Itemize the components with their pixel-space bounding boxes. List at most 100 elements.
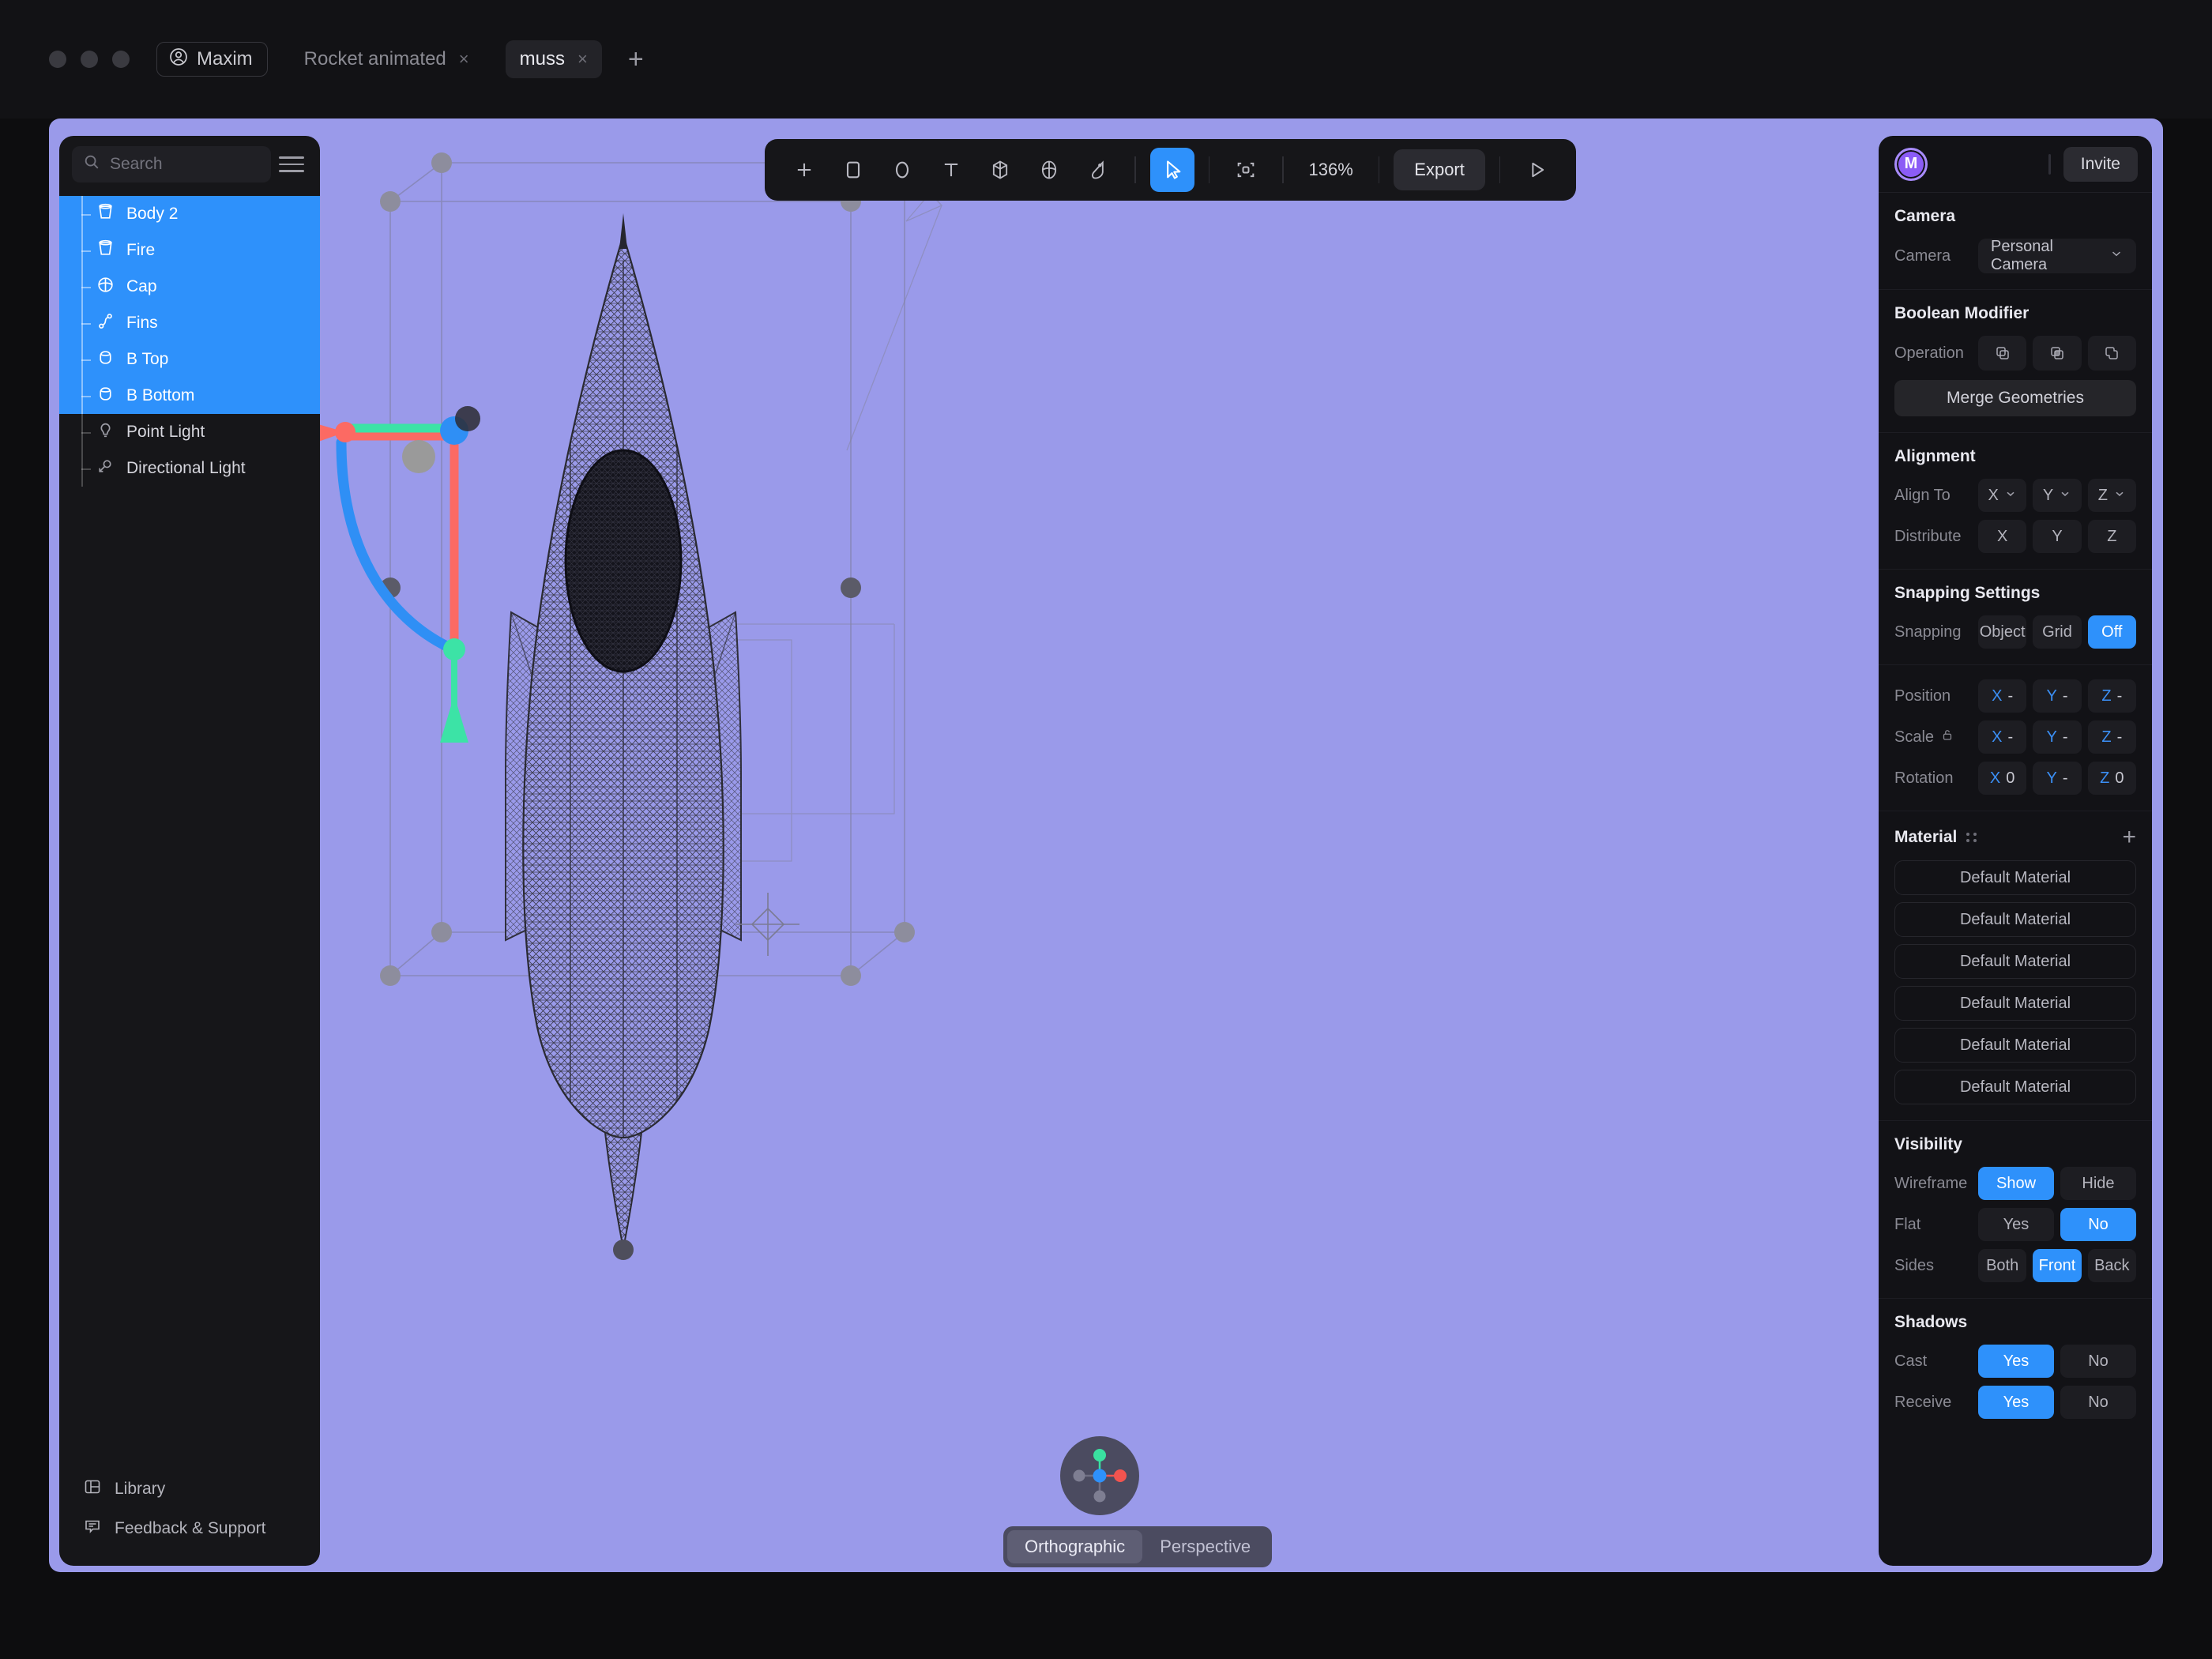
projection-orthographic-button[interactable]: Orthographic: [1007, 1530, 1143, 1563]
cube-icon[interactable]: [978, 148, 1022, 192]
maximize-window-button[interactable]: [112, 51, 130, 68]
cast-no-button[interactable]: No: [2060, 1345, 2136, 1378]
main-toolbar: 136% Export: [765, 139, 1577, 201]
scale-z-field[interactable]: Z -: [2087, 720, 2136, 754]
axis-label: Z: [2100, 769, 2110, 787]
layer-item-fins[interactable]: Fins: [59, 305, 320, 341]
align-to-row: Align To X Y Z: [1894, 479, 2136, 512]
distribute-x-button[interactable]: X: [1978, 520, 2027, 553]
user-chip-label: Maxim: [197, 48, 253, 70]
receive-yes-button[interactable]: Yes: [1978, 1386, 2054, 1419]
layer-item-cap[interactable]: Cap: [59, 269, 320, 305]
layer-item-directional-light[interactable]: Directional Light: [59, 450, 320, 487]
sides-front-button[interactable]: Front: [2033, 1249, 2082, 1282]
search-input[interactable]: Search: [72, 146, 271, 182]
rotation-y-field[interactable]: Y -: [2033, 762, 2082, 795]
tree-connector-icon: [81, 414, 92, 450]
material-tag-icon[interactable]: [1076, 148, 1120, 192]
unlock-icon[interactable]: [1940, 728, 1954, 747]
play-icon[interactable]: [1514, 148, 1559, 192]
projection-perspective-button[interactable]: Perspective: [1142, 1530, 1268, 1563]
distribute-y-button[interactable]: Y: [2033, 520, 2082, 553]
wireframe-show-button[interactable]: Show: [1978, 1167, 2054, 1200]
avatar[interactable]: M: [1894, 147, 1928, 181]
viewport-stage[interactable]: [49, 118, 2163, 1572]
user-chip[interactable]: Maxim: [156, 42, 268, 77]
sidebar-item-library[interactable]: Library: [59, 1469, 320, 1509]
cursor-icon[interactable]: [1149, 148, 1194, 192]
snapping-grid-button[interactable]: Grid: [2033, 615, 2082, 649]
add-material-button[interactable]: +: [2122, 826, 2136, 849]
subtract-icon[interactable]: [1978, 336, 2027, 371]
snapping-off-button[interactable]: Off: [2087, 615, 2136, 649]
material-item[interactable]: Default Material: [1894, 944, 2136, 979]
layer-label: Point Light: [126, 423, 205, 441]
layer-item-fire[interactable]: Fire: [59, 232, 320, 269]
new-tab-button[interactable]: +: [618, 41, 654, 77]
sides-both-button[interactable]: Both: [1978, 1249, 2027, 1282]
align-to-x-button[interactable]: X: [1978, 479, 2027, 512]
union-icon[interactable]: [2087, 336, 2136, 371]
align-to-z-button[interactable]: Z: [2087, 479, 2136, 512]
wireframe-hide-button[interactable]: Hide: [2060, 1167, 2136, 1200]
layer-item-b-bottom[interactable]: B Bottom: [59, 378, 320, 414]
toolbar-divider: [1499, 156, 1501, 183]
align-to-y-button[interactable]: Y: [2033, 479, 2082, 512]
row-label-text: Scale: [1894, 728, 1935, 746]
layer-item-point-light[interactable]: Point Light: [59, 414, 320, 450]
ellipse-icon[interactable]: [880, 148, 924, 192]
material-item[interactable]: Default Material: [1894, 860, 2136, 895]
row-label: Rotation: [1894, 769, 1954, 787]
cast-yes-button[interactable]: Yes: [1978, 1345, 2054, 1378]
text-icon[interactable]: [929, 148, 973, 192]
merge-geometries-button[interactable]: Merge Geometries: [1894, 380, 2136, 416]
position-z-field[interactable]: Z -: [2087, 679, 2136, 713]
tab-rocket-animated[interactable]: Rocket animated ×: [290, 40, 483, 78]
scale-y-field[interactable]: Y -: [2033, 720, 2082, 754]
minimize-window-button[interactable]: [81, 51, 98, 68]
distribute-z-button[interactable]: Z: [2087, 520, 2136, 553]
axis-orientation-gizmo[interactable]: [1060, 1436, 1139, 1515]
sidebar-menu-icon[interactable]: [279, 156, 307, 172]
flat-yes-button[interactable]: Yes: [1978, 1208, 2054, 1241]
material-item[interactable]: Default Material: [1894, 1028, 2136, 1063]
cylinder-small-icon: [96, 348, 115, 372]
tree-connector-icon: [81, 232, 92, 269]
zoom-level[interactable]: 136%: [1298, 160, 1364, 180]
row-label: Wireframe: [1894, 1174, 1968, 1192]
add-icon[interactable]: [782, 148, 826, 192]
scale-x-field[interactable]: X -: [1978, 720, 2027, 754]
layer-item-b-top[interactable]: B Top: [59, 341, 320, 378]
material-item[interactable]: Default Material: [1894, 1070, 2136, 1104]
cylinder-icon: [96, 202, 115, 227]
position-y-field[interactable]: Y -: [2033, 679, 2082, 713]
rotation-x-field[interactable]: X 0: [1978, 762, 2027, 795]
sidebar-item-label: Feedback & Support: [115, 1519, 266, 1537]
invite-button[interactable]: Invite: [2063, 146, 2138, 182]
close-window-button[interactable]: [49, 51, 66, 68]
tab-close-icon[interactable]: ×: [577, 49, 588, 70]
camera-select[interactable]: Personal Camera: [1978, 238, 2136, 273]
sphere-icon[interactable]: [1027, 148, 1071, 192]
frame-icon[interactable]: [1224, 148, 1268, 192]
sidebar-item-feedback-support[interactable]: Feedback & Support: [59, 1509, 320, 1548]
material-item[interactable]: Default Material: [1894, 986, 2136, 1021]
receive-no-button[interactable]: No: [2060, 1386, 2136, 1419]
tab-muss[interactable]: muss ×: [505, 40, 602, 78]
position-x-field[interactable]: X -: [1978, 679, 2027, 713]
row-label: Cast: [1894, 1352, 1928, 1370]
section-title: Shadows: [1894, 1313, 1968, 1331]
rectangle-icon[interactable]: [831, 148, 875, 192]
rotation-z-field[interactable]: Z 0: [2087, 762, 2136, 795]
export-button[interactable]: Export: [1394, 149, 1485, 190]
drag-handle-icon[interactable]: [1966, 833, 1977, 842]
snapping-object-button[interactable]: Object: [1978, 615, 2027, 649]
tab-close-icon[interactable]: ×: [459, 49, 469, 70]
transform-gizmo: [294, 406, 480, 743]
flat-no-button[interactable]: No: [2060, 1208, 2136, 1241]
intersect-icon[interactable]: [2033, 336, 2082, 371]
sides-back-button[interactable]: Back: [2087, 1249, 2136, 1282]
material-item[interactable]: Default Material: [1894, 902, 2136, 937]
path-icon: [96, 311, 115, 336]
layer-item-body-2[interactable]: Body 2: [59, 196, 320, 232]
